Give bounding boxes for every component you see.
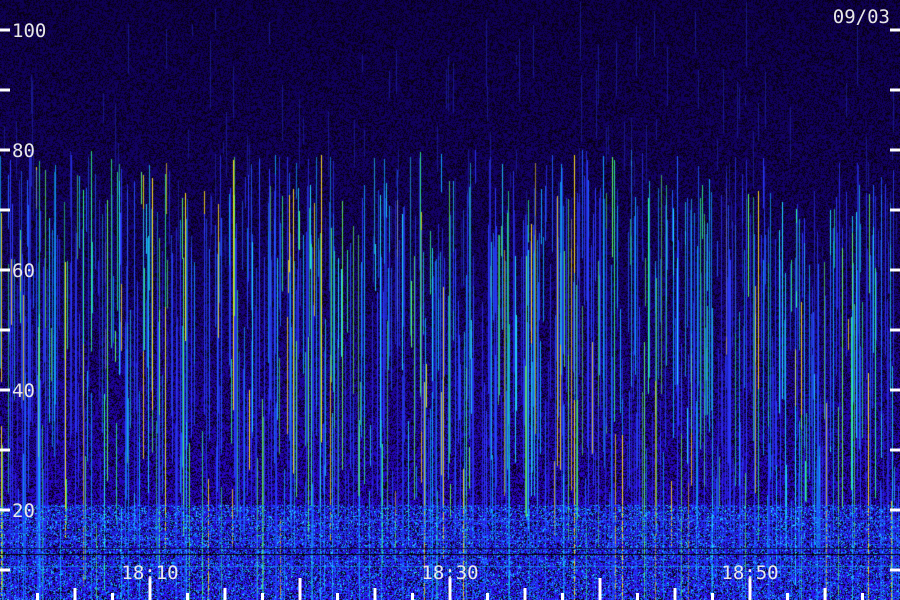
axes-overlay: 20 40 60 80 100 18:10 18:30 18:50 09/03 <box>0 6 900 600</box>
y-tick-label: 20 <box>12 500 35 522</box>
x-tick-label: 18:50 <box>721 562 778 584</box>
y-tick-label: 40 <box>12 380 35 402</box>
y-tick-label: 100 <box>12 20 46 42</box>
date-label: 09/03 <box>833 6 890 28</box>
y-tick-label: 60 <box>12 260 35 282</box>
x-tick-label: 18:30 <box>421 562 478 584</box>
y-axis: 20 40 60 80 100 <box>0 20 900 572</box>
x-axis: 18:10 18:30 18:50 <box>36 562 864 600</box>
x-tick-label: 18:10 <box>121 562 178 584</box>
y-tick-label: 80 <box>12 140 35 162</box>
